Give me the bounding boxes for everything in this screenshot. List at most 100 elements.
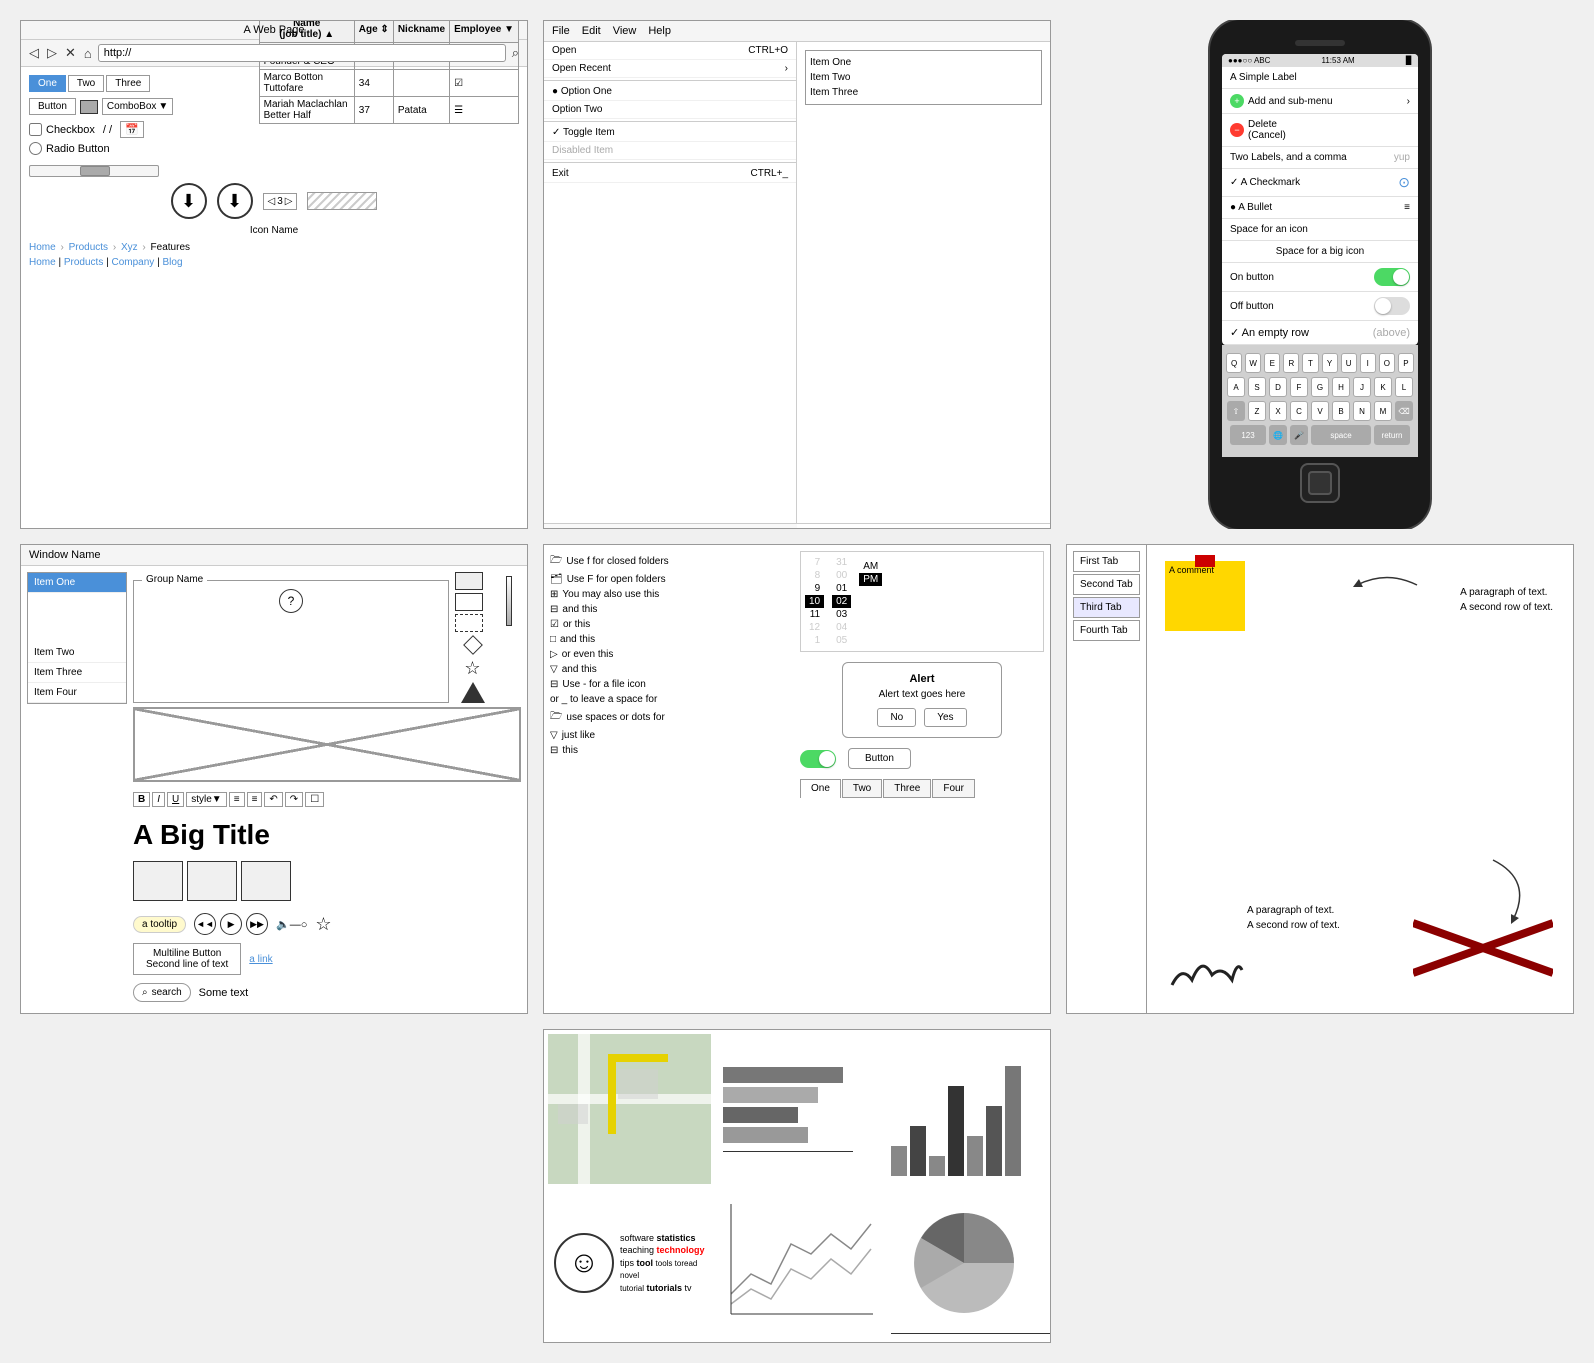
tab-one[interactable]: One [29,75,66,92]
breadcrumb-home[interactable]: Home [29,242,56,253]
key-z[interactable]: Z [1248,401,1266,421]
close-button[interactable]: ✕ [63,45,78,61]
regular-button[interactable]: Button [848,748,911,769]
url-input[interactable] [98,44,506,62]
tab-one-item[interactable]: One [800,779,841,798]
forward-button[interactable]: ▷ [45,45,59,61]
key-shift[interactable]: ⇧ [1227,401,1245,421]
key-e[interactable]: E [1264,353,1280,373]
key-t[interactable]: T [1302,353,1318,373]
list-item-four[interactable]: Item Four [28,683,126,703]
right-item-three[interactable]: Item Three [810,85,1037,100]
tab-two-item[interactable]: Two [842,779,882,798]
home-button[interactable]: ⌂ [82,46,94,61]
volume-control[interactable]: 🔈—○ [276,918,307,931]
link-company[interactable]: Company [112,257,155,268]
key-h[interactable]: H [1332,377,1350,397]
key-i[interactable]: I [1360,353,1376,373]
key-j[interactable]: J [1353,377,1371,397]
key-backspace[interactable]: ⌫ [1395,401,1413,421]
time-selected-ampm[interactable]: PM [859,573,882,586]
breadcrumb-xyz[interactable]: Xyz [121,242,138,253]
time-selected-hour[interactable]: 10 [805,595,824,608]
key-l[interactable]: L [1395,377,1413,397]
text-input-1[interactable] [801,528,1046,529]
calendar-icon[interactable]: 📅 [120,121,144,138]
list-btn-2[interactable]: ≡ [247,792,263,807]
key-b[interactable]: B [1332,401,1350,421]
third-tab[interactable]: Third Tab [1073,597,1140,618]
stepper-increment[interactable]: ▷ [285,196,293,207]
first-tab[interactable]: First Tab [1073,551,1140,572]
phone-empty-row[interactable]: ✓ An empty row (above) [1222,321,1418,345]
phone-checkmark[interactable]: ✓ A Checkmark ⊙ [1222,169,1418,197]
key-x[interactable]: X [1269,401,1287,421]
key-123[interactable]: 123 [1230,425,1266,445]
breadcrumb-products[interactable]: Products [69,242,108,253]
key-n[interactable]: N [1353,401,1371,421]
tab-three[interactable]: Three [106,75,150,92]
toggle-on-switch[interactable] [800,750,836,768]
redo-btn[interactable]: ↷ [285,792,303,807]
menu-option-one[interactable]: ● Option One [544,83,796,101]
list-item-two[interactable]: Item Two [28,643,126,663]
key-o[interactable]: O [1379,353,1395,373]
fastforward-button[interactable]: ▶▶ [246,913,268,935]
second-tab[interactable]: Second Tab [1073,574,1140,595]
key-w[interactable]: W [1245,353,1261,373]
star-rating[interactable]: ☆ [315,914,331,935]
tab-four-item[interactable]: Four [932,779,975,798]
date-input[interactable]: / / [103,124,112,136]
phone-delete-menu[interactable]: − Delete(Cancel) [1222,114,1418,147]
key-y[interactable]: Y [1322,353,1338,373]
phone-add-menu[interactable]: + Add and sub-menu › [1222,89,1418,114]
key-d[interactable]: D [1269,377,1287,397]
key-u[interactable]: U [1341,353,1357,373]
key-r[interactable]: R [1283,353,1299,373]
search-box[interactable]: ⌕ search [133,983,191,1002]
bold-btn[interactable]: B [133,792,150,807]
phone-two-labels[interactable]: Two Labels, and a comma yup [1222,147,1418,169]
multiline-button[interactable]: Multiline Button Second line of text [133,943,241,975]
list-item-one[interactable]: Item One [28,573,126,593]
key-return[interactable]: return [1374,425,1410,445]
menu-exit[interactable]: ExitCTRL+_ [544,165,796,183]
right-item-two[interactable]: Item Two [810,70,1037,85]
key-v[interactable]: V [1311,401,1329,421]
off-toggle[interactable] [1374,297,1410,315]
checkbox-input[interactable] [29,123,42,136]
combo-box[interactable]: ComboBox ▼ [102,98,173,115]
list-item-three[interactable]: Item Three [28,663,126,683]
key-g[interactable]: G [1311,377,1329,397]
time-selected-min[interactable]: 02 [832,595,851,608]
home-button[interactable] [1300,463,1340,503]
key-p[interactable]: P [1398,353,1414,373]
link-products[interactable]: Products [64,257,103,268]
button-control[interactable]: Button [29,98,76,115]
style-btn[interactable]: style▼ [186,792,226,807]
tab-three-item[interactable]: Three [883,779,931,798]
key-m[interactable]: M [1374,401,1392,421]
list-btn-1[interactable]: ≡ [229,792,245,807]
key-s[interactable]: S [1248,377,1266,397]
key-globe[interactable]: 🌐 [1269,425,1287,445]
menu-option-two[interactable]: Option Two [544,101,796,119]
search-button[interactable]: ⌕ [510,45,521,61]
scrollbar-thumb[interactable] [80,166,110,176]
key-mic[interactable]: 🎤 [1290,425,1308,445]
back-button[interactable]: ◁ [27,45,41,61]
key-space[interactable]: space [1311,425,1371,445]
scrollbar-track[interactable] [29,165,159,177]
menu-help[interactable]: Help [648,25,671,37]
stepper-input[interactable]: ◁ 3 ▷ [263,193,298,210]
time-picker[interactable]: 7 8 9 10 11 12 1 31 00 01 02 03 04 [800,551,1044,652]
menu-toggle[interactable]: ✓ Toggle Item [544,124,796,142]
menu-open[interactable]: OpenCTRL+O [544,42,796,60]
key-f[interactable]: F [1290,377,1308,397]
underline-btn[interactable]: U [167,792,184,807]
key-k[interactable]: K [1374,377,1392,397]
menu-edit[interactable]: Edit [582,25,601,37]
menu-file[interactable]: File [552,25,570,37]
menu-view[interactable]: View [613,25,637,37]
italic-btn[interactable]: I [152,792,165,807]
